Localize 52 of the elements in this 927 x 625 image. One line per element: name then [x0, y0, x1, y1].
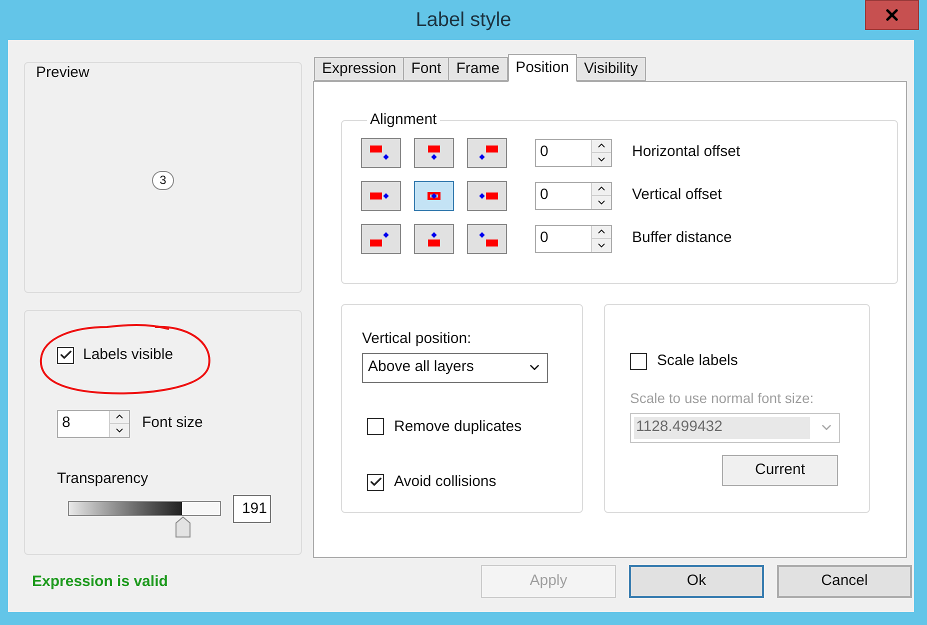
- alignment-button[interactable]: [467, 138, 507, 168]
- field-label: Vertical offset: [632, 185, 722, 206]
- checkbox-label: Remove duplicates: [394, 416, 522, 436]
- window-title: Label style: [416, 8, 512, 33]
- alignment-button[interactable]: [361, 138, 401, 168]
- checkbox-label: Avoid collisions: [394, 472, 496, 492]
- tab[interactable]: Font: [403, 57, 450, 81]
- validation-message: Expression is valid: [32, 572, 169, 592]
- dialog-button[interactable]: Cancel: [777, 565, 912, 598]
- close-icon: [883, 6, 901, 24]
- tab[interactable]: Frame: [448, 57, 508, 81]
- vertical-position-dropdown[interactable]: Above all layers: [362, 352, 548, 382]
- offset-field[interactable]: 0: [535, 224, 612, 252]
- spin-up-button[interactable]: [592, 226, 611, 239]
- tab[interactable]: Expression: [314, 57, 404, 81]
- offset-field[interactable]: 0: [535, 182, 612, 210]
- spin-up-button[interactable]: [592, 182, 611, 196]
- label-sample: 3: [152, 170, 174, 190]
- transparency-value: 191: [233, 495, 271, 523]
- checkbox[interactable]: [367, 418, 384, 436]
- spin-down-button[interactable]: [592, 196, 611, 208]
- alignment-button[interactable]: [414, 138, 454, 168]
- checkbox-label: Scale labels: [657, 351, 738, 371]
- field-label: Horizontal offset: [632, 142, 740, 162]
- dropdown-label: Vertical position:: [362, 329, 472, 349]
- offset-field[interactable]: 0: [535, 138, 612, 166]
- transparency-label: Transparency: [57, 468, 150, 488]
- checkbox-label: Labels visible: [83, 345, 174, 365]
- spin-down-button[interactable]: [592, 153, 611, 166]
- spin-down-button[interactable]: [110, 424, 129, 436]
- preview-title: Preview: [36, 63, 90, 83]
- tab[interactable]: Position: [508, 54, 577, 82]
- field-label: Buffer distance: [632, 228, 732, 248]
- spin-up-button[interactable]: [592, 140, 611, 153]
- alignment-button[interactable]: [361, 224, 401, 254]
- alignment-button[interactable]: [414, 224, 454, 254]
- close-button[interactable]: [865, 0, 919, 30]
- checkbox[interactable]: [57, 346, 74, 364]
- spin-up-button[interactable]: [110, 410, 129, 424]
- alignment-button[interactable]: [361, 180, 401, 210]
- slider-thumb[interactable]: [174, 516, 191, 538]
- alignment-button[interactable]: [467, 224, 507, 254]
- font-size-field[interactable]: 8: [57, 410, 130, 438]
- spin-down-button[interactable]: [592, 239, 611, 252]
- tab[interactable]: Visibility: [576, 57, 646, 81]
- alignment-button[interactable]: [467, 180, 507, 210]
- field-label: Font size: [142, 413, 203, 434]
- alignment-button[interactable]: [414, 180, 454, 210]
- field-label: Scale to use normal font size:: [630, 388, 815, 408]
- dialog-button[interactable]: Ok: [629, 565, 764, 598]
- checkbox[interactable]: [367, 474, 384, 491]
- group-title: Alignment: [369, 110, 438, 130]
